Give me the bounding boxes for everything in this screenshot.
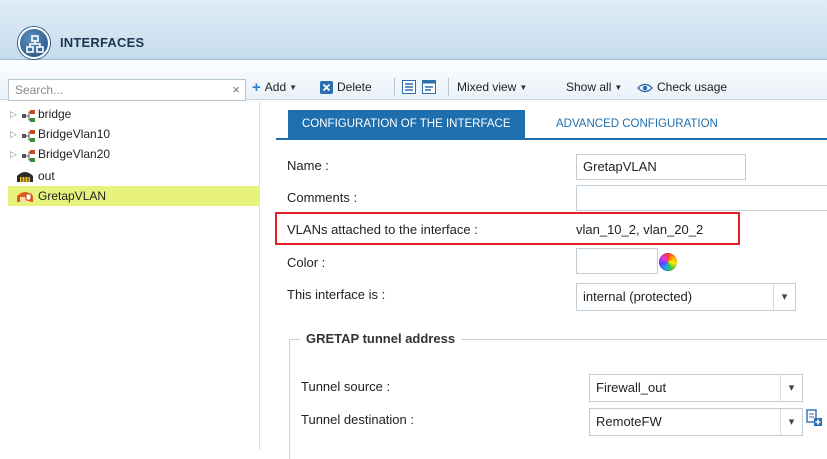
mixed-view-label: Mixed view xyxy=(457,80,517,94)
toolbar-divider xyxy=(394,78,395,96)
add-object-icon[interactable] xyxy=(806,409,822,430)
expand-arrow-icon[interactable]: ▷ xyxy=(10,124,17,144)
network-icon xyxy=(18,27,50,59)
search-box: × xyxy=(8,79,246,101)
color-field[interactable] xyxy=(576,248,658,274)
toolbar-divider xyxy=(448,78,449,96)
add-button[interactable]: + Add ▼ xyxy=(252,78,297,96)
tunnel-source-label: Tunnel source : xyxy=(301,379,391,394)
tree-item-bridgevlan20[interactable]: ▷ BridgeVlan20 xyxy=(8,144,260,164)
plus-icon: + xyxy=(252,79,261,96)
chevron-down-icon: ▼ xyxy=(519,83,528,92)
clear-search-icon[interactable]: × xyxy=(232,83,240,97)
expand-arrow-icon[interactable]: ▷ xyxy=(10,104,17,124)
interface-type-label: This interface is : xyxy=(287,287,386,302)
tree-item-label: bridge xyxy=(38,107,72,121)
detail-view-icon xyxy=(422,80,436,99)
tree-item-out[interactable]: out xyxy=(8,166,260,186)
list-view-icon xyxy=(402,80,416,99)
name-label: Name : xyxy=(287,158,329,173)
gretap-section-title: GRETAP tunnel address xyxy=(300,331,462,346)
tree-item-label: BridgeVlan20 xyxy=(38,147,111,161)
tree-item-bridge[interactable]: ▷ bridge xyxy=(8,104,260,124)
protected-interface-icon xyxy=(16,189,34,209)
config-tabs: CONFIGURATION OF THE INTERFACE ADVANCED … xyxy=(276,110,827,140)
chevron-down-icon[interactable]: ▾ xyxy=(780,409,802,435)
detail-view-button[interactable] xyxy=(422,78,440,96)
comments-input[interactable] xyxy=(576,185,827,211)
chevron-down-icon: ▼ xyxy=(289,83,298,92)
name-input[interactable]: GretapVLAN xyxy=(576,154,746,180)
expand-arrow-icon[interactable]: ▷ xyxy=(10,144,17,164)
tunnel-destination-label: Tunnel destination : xyxy=(301,412,414,427)
show-all-dropdown[interactable]: Show all ▼ xyxy=(566,78,622,96)
tab-advanced-configuration[interactable]: ADVANCED CONFIGURATION xyxy=(542,110,732,138)
tree-item-gretapvlan[interactable]: GretapVLAN xyxy=(8,186,260,206)
color-picker-icon[interactable] xyxy=(659,253,677,271)
tunnel-source-value: Firewall_out xyxy=(596,380,667,395)
check-usage-label: Check usage xyxy=(657,80,728,94)
page-title: INTERFACES xyxy=(60,35,145,50)
list-view-button[interactable] xyxy=(402,78,420,96)
tree-item-bridgevlan10[interactable]: ▷ BridgeVlan10 xyxy=(8,124,260,144)
delete-button[interactable]: Delete xyxy=(320,78,372,96)
chevron-down-icon: ▼ xyxy=(614,83,623,92)
mixed-view-dropdown[interactable]: Mixed view ▼ xyxy=(457,78,527,96)
tree-item-label: BridgeVlan10 xyxy=(38,127,111,141)
show-all-label: Show all xyxy=(566,80,612,94)
title-bar: INTERFACES xyxy=(0,0,827,60)
color-label: Color : xyxy=(287,255,326,270)
interface-type-select[interactable]: internal (protected) ▾ xyxy=(576,283,796,311)
tunnel-destination-value: RemoteFW xyxy=(596,414,662,429)
delete-label: Delete xyxy=(337,80,372,94)
chevron-down-icon[interactable]: ▾ xyxy=(780,375,802,401)
tunnel-destination-select[interactable]: RemoteFW ▾ xyxy=(589,408,803,436)
vlans-label: VLANs attached to the interface : xyxy=(287,222,478,237)
add-label: Add xyxy=(264,80,287,94)
interface-type-value: internal (protected) xyxy=(583,289,693,304)
vlans-value: vlan_10_2, vlan_20_2 xyxy=(576,222,704,237)
interface-tree: ▷ bridge ▷ BridgeVlan10 ▷ BridgeVlan20 o… xyxy=(8,102,260,450)
tree-item-label: GretapVLAN xyxy=(38,189,107,203)
eye-icon xyxy=(637,81,653,99)
delete-icon xyxy=(320,81,333,99)
check-usage-button[interactable]: Check usage xyxy=(637,78,727,96)
chevron-down-icon[interactable]: ▾ xyxy=(773,284,795,310)
tab-configuration[interactable]: CONFIGURATION OF THE INTERFACE xyxy=(288,110,525,138)
tunnel-source-select[interactable]: Firewall_out ▾ xyxy=(589,374,803,402)
search-input[interactable] xyxy=(9,80,219,100)
bridge-icon xyxy=(22,148,36,168)
comments-label: Comments : xyxy=(287,190,358,205)
tree-item-label: out xyxy=(38,169,55,183)
